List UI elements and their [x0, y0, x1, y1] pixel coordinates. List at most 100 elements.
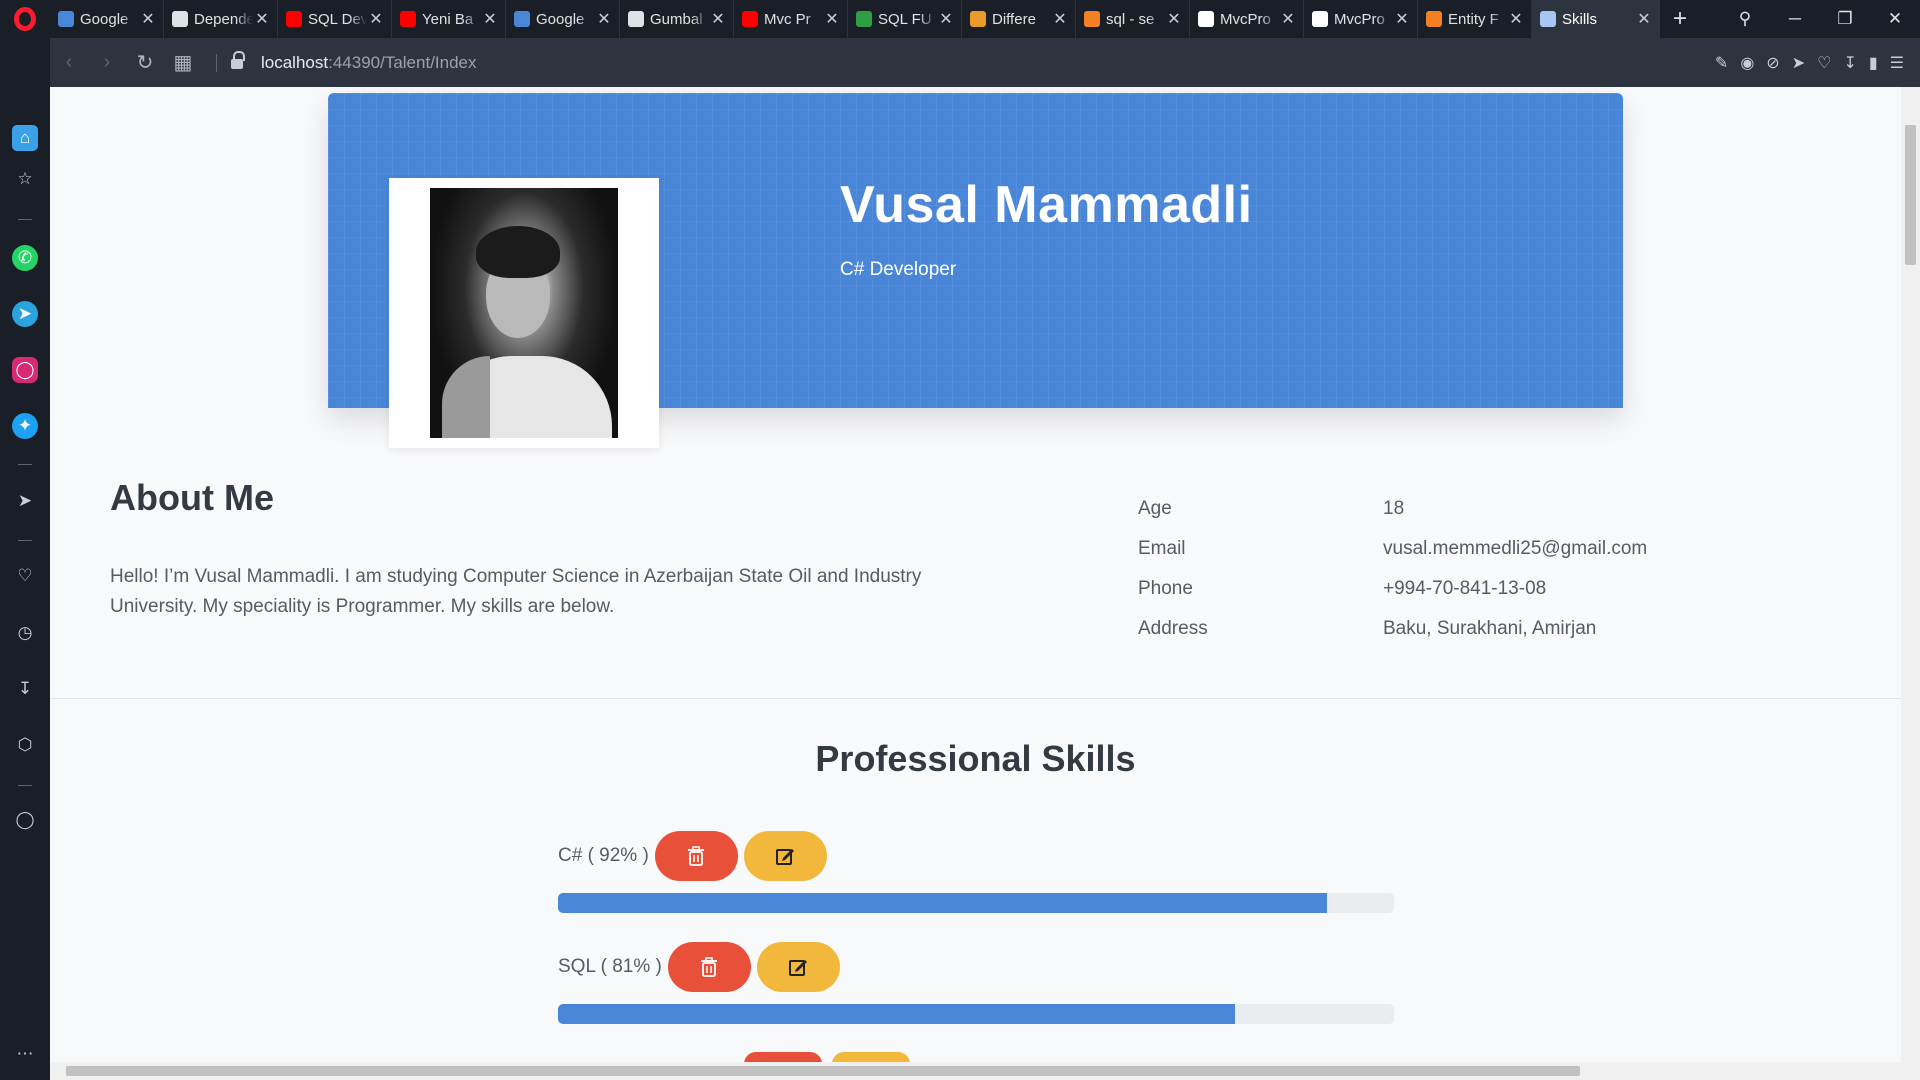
browser-tab[interactable]: Google ✕: [50, 0, 164, 38]
browser-tab-strip: Google✕Dependency✕SQL Dev✕Yeni Ba✕Google…: [0, 0, 1920, 38]
back-button[interactable]: ‹: [50, 51, 88, 74]
skill-item: C# ( 92% ): [558, 831, 1394, 913]
whatsapp-icon[interactable]: ✆: [12, 245, 38, 271]
reload-button[interactable]: ↻: [126, 50, 164, 75]
search-tabs-icon[interactable]: ⚲: [1720, 9, 1770, 29]
info-value: 18: [1383, 498, 1405, 519]
adblock-icon[interactable]: ⊘: [1766, 53, 1779, 73]
profile-photo-frame: [389, 178, 659, 448]
trash-icon: [688, 846, 705, 866]
profile-photo: [430, 188, 618, 438]
browser-tab[interactable]: Google ✕: [506, 0, 620, 38]
browser-tab[interactable]: sql - se ✕: [1076, 0, 1190, 38]
horizontal-scrollbar[interactable]: [50, 1062, 1901, 1080]
close-tab-icon[interactable]: ✕: [1635, 9, 1653, 29]
tab-favicon-icon: [628, 11, 644, 27]
close-tab-icon[interactable]: ✕: [1279, 9, 1297, 29]
minimize-button[interactable]: ─: [1770, 9, 1820, 29]
browser-tab[interactable]: Dependency✕: [164, 0, 278, 38]
browser-tab[interactable]: Differe ✕: [962, 0, 1076, 38]
speed-dial-button[interactable]: ▦: [164, 50, 202, 75]
close-tab-icon[interactable]: ✕: [1393, 9, 1411, 29]
skill-progress-fill: [558, 893, 1328, 913]
browser-tab[interactable]: SQL FU ✕: [848, 0, 962, 38]
delete-skill-button[interactable]: [654, 831, 738, 881]
tab-title: Google: [80, 10, 129, 28]
close-tab-icon[interactable]: ✕: [709, 9, 727, 29]
delete-skill-button-partial[interactable]: [744, 1052, 822, 1062]
close-tab-icon[interactable]: ✕: [139, 9, 157, 29]
downloads-icon[interactable]: ↧: [12, 676, 38, 702]
easy-setup-icon[interactable]: ☰: [1890, 53, 1904, 73]
address-bar: ‹ › ↻ ▦ localhost:44390/Talent/Index ✎ ◉…: [50, 38, 1920, 87]
browser-tab[interactable]: Skills ✕: [1532, 0, 1660, 38]
heart-icon[interactable]: ♡: [1817, 53, 1831, 73]
twitter-icon[interactable]: ✦: [12, 413, 38, 439]
url-field[interactable]: localhost:44390/Talent/Index: [261, 53, 477, 73]
browser-tab[interactable]: SQL Dev ✕: [278, 0, 392, 38]
bookmark-icon[interactable]: ☆: [12, 166, 38, 192]
pinboard-heart-icon[interactable]: ♡: [12, 563, 38, 589]
close-tab-icon[interactable]: ✕: [595, 9, 613, 29]
section-divider: [50, 698, 1901, 699]
snapshot-icon[interactable]: ◉: [1740, 53, 1754, 73]
address-bar-tools: ✎ ◉ ⊘ ➤ ♡ ↧ ▮ ☰: [1715, 53, 1904, 73]
home-icon[interactable]: ⌂: [12, 125, 38, 151]
browser-tab[interactable]: MvcPro ✕: [1190, 0, 1304, 38]
skill-header: C# ( 92% ): [558, 831, 1394, 881]
send-icon[interactable]: ➤: [1792, 53, 1805, 73]
tab-title: SQL FU: [878, 10, 932, 28]
opera-menu-button[interactable]: [0, 0, 50, 38]
skill-label: SQL ( 81% ): [558, 956, 662, 977]
window-controls: ⚲ ─ ❐ ✕: [1720, 0, 1920, 38]
tab-favicon-icon: [286, 11, 302, 27]
tab-favicon-icon: [856, 11, 872, 27]
browser-tab[interactable]: Mvc Pr ✕: [734, 0, 848, 38]
edit-skill-button[interactable]: [756, 942, 840, 992]
close-tab-icon[interactable]: ✕: [253, 9, 271, 29]
edit-icon[interactable]: ✎: [1715, 53, 1728, 73]
browser-tab[interactable]: MvcPro ✕: [1304, 0, 1418, 38]
flow-icon[interactable]: ➤: [12, 488, 38, 514]
sidebar-divider: [18, 785, 32, 786]
forward-button[interactable]: ›: [88, 51, 126, 74]
browser-tab[interactable]: Entity F ✕: [1418, 0, 1532, 38]
delete-skill-button[interactable]: [667, 942, 751, 992]
skill-progress-fill: [558, 1004, 1236, 1024]
info-label: Email: [1138, 538, 1186, 559]
lightbulb-icon[interactable]: ◯: [12, 807, 38, 833]
vertical-scrollbar[interactable]: [1901, 87, 1920, 1080]
opera-logo-icon: [14, 7, 36, 31]
skill-progress-bar: [558, 893, 1394, 913]
battery-icon[interactable]: ▮: [1869, 53, 1878, 73]
horizontal-scroll-thumb[interactable]: [66, 1066, 1580, 1076]
tab-favicon-icon: [1426, 11, 1442, 27]
extensions-icon[interactable]: ⬡: [12, 732, 38, 758]
vertical-scroll-thumb[interactable]: [1905, 125, 1916, 265]
tab-favicon-icon: [172, 11, 188, 27]
edit-skill-button-partial[interactable]: [832, 1052, 910, 1062]
edit-skill-button[interactable]: [743, 831, 827, 881]
close-tab-icon[interactable]: ✕: [937, 9, 955, 29]
tab-favicon-icon: [1198, 11, 1214, 27]
more-icon[interactable]: ⋯: [12, 1041, 38, 1067]
lock-icon[interactable]: [231, 50, 245, 70]
download-icon[interactable]: ↧: [1843, 53, 1856, 73]
close-tab-icon[interactable]: ✕: [367, 9, 385, 29]
close-tab-icon[interactable]: ✕: [1165, 9, 1183, 29]
close-tab-icon[interactable]: ✕: [481, 9, 499, 29]
tab-favicon-icon: [58, 11, 74, 27]
url-host: localhost: [261, 52, 329, 72]
browser-tab[interactable]: Yeni Ba ✕: [392, 0, 506, 38]
new-tab-button[interactable]: +: [1660, 0, 1700, 38]
history-icon[interactable]: ◷: [12, 620, 38, 646]
close-window-button[interactable]: ✕: [1870, 9, 1920, 29]
close-tab-icon[interactable]: ✕: [823, 9, 841, 29]
restore-button[interactable]: ❐: [1820, 9, 1870, 29]
telegram-icon[interactable]: ➤: [12, 301, 38, 327]
close-tab-icon[interactable]: ✕: [1051, 9, 1069, 29]
close-tab-icon[interactable]: ✕: [1507, 9, 1525, 29]
profile-name: Vusal Mammadli: [840, 176, 1253, 234]
instagram-icon[interactable]: ◯: [12, 357, 38, 383]
browser-tab[interactable]: Gumbal ✕: [620, 0, 734, 38]
